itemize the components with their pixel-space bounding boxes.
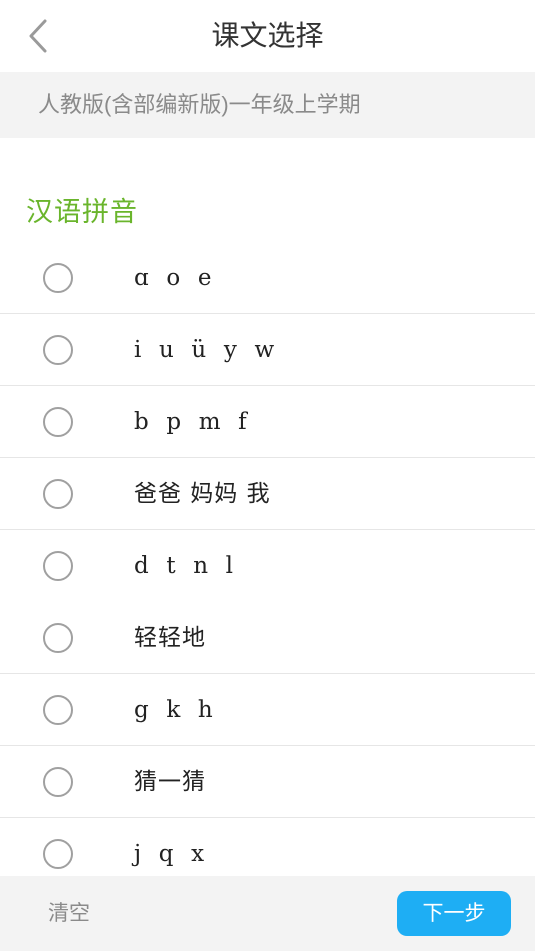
lesson-label: d t n l <box>134 553 235 579</box>
lesson-label: 猜一猜 <box>134 769 206 795</box>
edition-label: 人教版(含部编新版)一年级上学期 <box>38 92 361 117</box>
clear-button[interactable]: 清空 <box>48 876 90 951</box>
radio-button[interactable] <box>43 263 73 293</box>
radio-button[interactable] <box>43 839 73 869</box>
lesson-label: 轻轻地 <box>134 625 206 651</box>
lesson-item[interactable]: j q x <box>0 818 535 876</box>
radio-button[interactable] <box>43 407 73 437</box>
lesson-item[interactable]: 猜一猜 <box>0 746 535 818</box>
lesson-label: j q x <box>134 841 206 867</box>
lesson-label: b p m f <box>134 409 248 435</box>
lesson-item[interactable]: ɑ o e <box>0 242 535 314</box>
radio-button[interactable] <box>43 767 73 797</box>
lesson-item[interactable]: i u ü y w <box>0 314 535 386</box>
lesson-item[interactable]: g k h <box>0 674 535 746</box>
lesson-select-screen: 课文选择 人教版(含部编新版)一年级上学期 汉语拼音 ɑ o e i u ü y… <box>0 0 535 951</box>
radio-button[interactable] <box>43 623 73 653</box>
lesson-item[interactable]: 轻轻地 <box>0 602 535 674</box>
lesson-label: i u ü y w <box>134 337 276 363</box>
lesson-list: ɑ o e i u ü y w b p m f 爸爸 妈妈 我 d t n l … <box>0 242 535 876</box>
radio-button[interactable] <box>43 479 73 509</box>
radio-button[interactable] <box>43 551 73 581</box>
lesson-item[interactable]: d t n l <box>0 530 535 602</box>
lesson-label: ɑ o e <box>134 265 213 291</box>
lesson-item[interactable]: b p m f <box>0 386 535 458</box>
footer-bar: 清空 下一步 <box>0 876 535 951</box>
lesson-label: 爸爸 妈妈 我 <box>134 481 271 507</box>
header-bar: 课文选择 <box>0 0 535 72</box>
radio-button[interactable] <box>43 335 73 365</box>
next-step-button[interactable]: 下一步 <box>397 891 511 936</box>
lesson-label: g k h <box>134 697 214 723</box>
edition-bar[interactable]: 人教版(含部编新版)一年级上学期 <box>0 72 535 138</box>
page-title: 课文选择 <box>211 19 324 52</box>
radio-button[interactable] <box>43 695 73 725</box>
section-title: 汉语拼音 <box>26 197 138 228</box>
lesson-item[interactable]: 爸爸 妈妈 我 <box>0 458 535 530</box>
